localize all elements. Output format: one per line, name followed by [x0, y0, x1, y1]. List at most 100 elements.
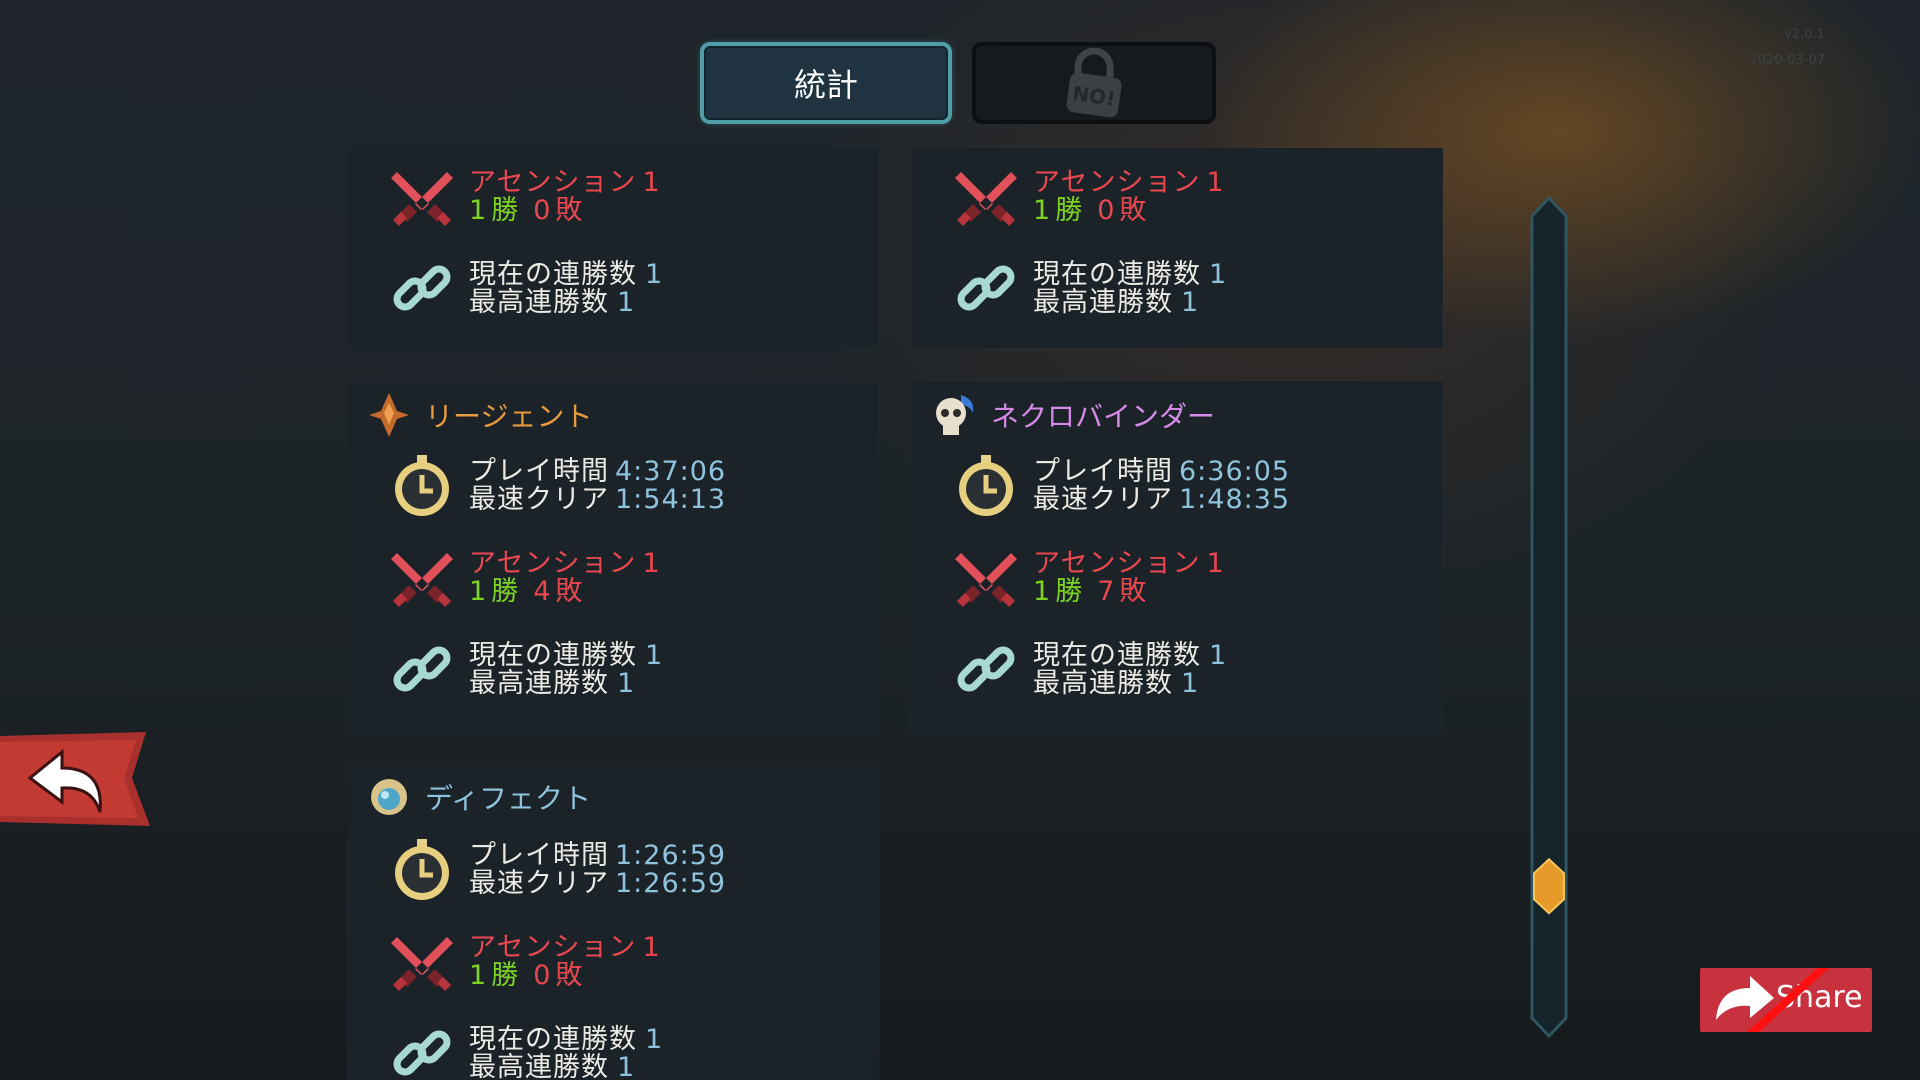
losses-suffix: 敗: [1119, 576, 1148, 607]
character-name: ディフェクト: [425, 782, 592, 815]
losses-suffix: 敗: [555, 960, 584, 991]
streak-row: 現在の連勝数 1 最高連勝数 1: [389, 256, 663, 322]
scrollbar[interactable]: [1530, 196, 1568, 1038]
play-time-label: プレイ時間: [469, 840, 609, 871]
best-streak-value: 1: [617, 1052, 636, 1080]
regent-crest-icon: [369, 393, 409, 437]
ascension-label: アセンション: [469, 932, 637, 963]
chain-link-icon: [393, 265, 451, 311]
ascension-label: アセンション: [1033, 548, 1201, 579]
playtime-row: プレイ時間 4:37:06 最速クリア 1:54:13: [389, 453, 726, 519]
ascension-row: アセンション 1 1勝7敗: [953, 545, 1225, 611]
wins-suffix: 勝: [1055, 576, 1084, 607]
fastest-clear-label: 最速クリア: [469, 868, 609, 899]
wins-suffix: 勝: [491, 195, 520, 226]
losses-count: 0: [533, 195, 552, 226]
playtime-row: プレイ時間 1:26:59 最速クリア 1:26:59: [389, 837, 726, 903]
wins-count: 1: [469, 195, 488, 226]
skull-icon: [936, 395, 974, 435]
play-time-value: 4:37:06: [615, 456, 727, 487]
best-streak-label: 最高連勝数: [469, 668, 609, 699]
version-number: v2.0.1: [1784, 27, 1825, 42]
best-streak-value: 1: [1181, 287, 1200, 318]
current-streak-label: 現在の連勝数: [1033, 259, 1201, 290]
playtime-row: プレイ時間 6:36:05 最速クリア 1:48:35: [953, 453, 1290, 519]
current-streak-value: 1: [645, 1024, 664, 1055]
back-button[interactable]: [0, 732, 150, 826]
losses-suffix: 敗: [555, 576, 584, 607]
crossed-swords-icon: [955, 553, 1017, 607]
current-streak-value: 1: [645, 640, 664, 671]
defect-orb-icon: [371, 779, 407, 815]
stopwatch-icon: [959, 455, 1013, 516]
padlock-icon: NO!: [1066, 47, 1122, 118]
best-streak-value: 1: [1181, 668, 1200, 699]
tab-statistics[interactable]: 統計: [700, 42, 952, 124]
stopwatch-icon: [395, 455, 449, 516]
chain-link-icon: [957, 646, 1015, 692]
best-streak-value: 1: [617, 668, 636, 699]
ascension-level: 1: [642, 548, 661, 579]
current-streak-label: 現在の連勝数: [469, 640, 637, 671]
losses-count: 0: [1097, 195, 1116, 226]
ascension-row: アセンション 1 1勝0敗: [389, 164, 661, 230]
share-button[interactable]: Share: [1700, 968, 1872, 1032]
play-time-label: プレイ時間: [469, 456, 609, 487]
ascension-level: 1: [642, 167, 661, 198]
character-panel-defect: ディフェクト プレイ時間 1:26:59 最速クリア 1:26:59 アセンション 1…: [347, 765, 879, 1080]
crossed-swords-icon: [391, 172, 453, 226]
current-streak-label: 現在の連勝数: [1033, 640, 1201, 671]
current-streak-label: 現在の連勝数: [469, 1024, 637, 1055]
ascension-row: アセンション 1 1勝4敗: [389, 545, 661, 611]
stopwatch-icon: [395, 839, 449, 900]
current-streak-label: 現在の連勝数: [469, 259, 637, 290]
crossed-swords-icon: [391, 937, 453, 991]
current-streak-value: 1: [1209, 259, 1228, 290]
losses-suffix: 敗: [555, 195, 584, 226]
chain-link-icon: [393, 1030, 451, 1076]
best-streak-label: 最高連勝数: [469, 1052, 609, 1080]
losses-count: 4: [533, 576, 552, 607]
disabled-slash-icon: [1747, 968, 1830, 1032]
best-streak-label: 最高連勝数: [1033, 287, 1173, 318]
character-header: リージェント: [367, 391, 592, 439]
character-panel-top-right: アセンション 1 1勝0敗 現在の連勝数 1 最高連勝数 1: [911, 148, 1443, 348]
streak-row: 現在の連勝数 1 最高連勝数 1: [953, 637, 1227, 703]
version-info: v2.0.1 2020-03-07: [1749, 22, 1825, 74]
current-streak-value: 1: [1209, 640, 1228, 671]
fastest-clear-value: 1:54:13: [615, 484, 727, 515]
ascension-label: アセンション: [469, 167, 637, 198]
version-date: 2020-03-07: [1749, 53, 1825, 68]
ascension-row: アセンション 1 1勝0敗: [953, 164, 1225, 230]
character-header: ディフェクト: [367, 775, 591, 819]
character-name: ネクロバインダー: [991, 400, 1216, 433]
ascension-label: アセンション: [1033, 167, 1201, 198]
losses-count: 0: [533, 960, 552, 991]
ascension-label: アセンション: [469, 548, 637, 579]
wins-count: 1: [1033, 195, 1052, 226]
streak-row: 現在の連勝数 1 最高連勝数 1: [389, 637, 663, 703]
ascension-level: 1: [1206, 548, 1225, 579]
chain-link-icon: [393, 646, 451, 692]
wins-suffix: 勝: [491, 576, 520, 607]
fastest-clear-label: 最速クリア: [1033, 484, 1173, 515]
wins-count: 1: [469, 960, 488, 991]
play-time-label: プレイ時間: [1033, 456, 1173, 487]
character-panel-necrobinder: ネクロバインダー プレイ時間 6:36:05 最速クリア 1:48:35 アセンショ…: [911, 381, 1443, 733]
current-streak-value: 1: [645, 259, 664, 290]
ascension-level: 1: [1206, 167, 1225, 198]
fastest-clear-label: 最速クリア: [469, 484, 609, 515]
streak-row: 現在の連勝数 1 最高連勝数 1: [389, 1021, 663, 1080]
wins-count: 1: [1033, 576, 1052, 607]
fastest-clear-value: 1:48:35: [1179, 484, 1291, 515]
best-streak-label: 最高連勝数: [469, 287, 609, 318]
crossed-swords-icon: [391, 553, 453, 607]
crossed-swords-icon: [955, 172, 1017, 226]
best-streak-label: 最高連勝数: [1033, 668, 1173, 699]
wins-suffix: 勝: [1055, 195, 1084, 226]
losses-count: 7: [1097, 576, 1116, 607]
wins-count: 1: [469, 576, 488, 607]
streak-row: 現在の連勝数 1 最高連勝数 1: [953, 256, 1227, 322]
play-time-value: 1:26:59: [615, 840, 727, 871]
tab-locked[interactable]: NO!: [972, 42, 1216, 124]
